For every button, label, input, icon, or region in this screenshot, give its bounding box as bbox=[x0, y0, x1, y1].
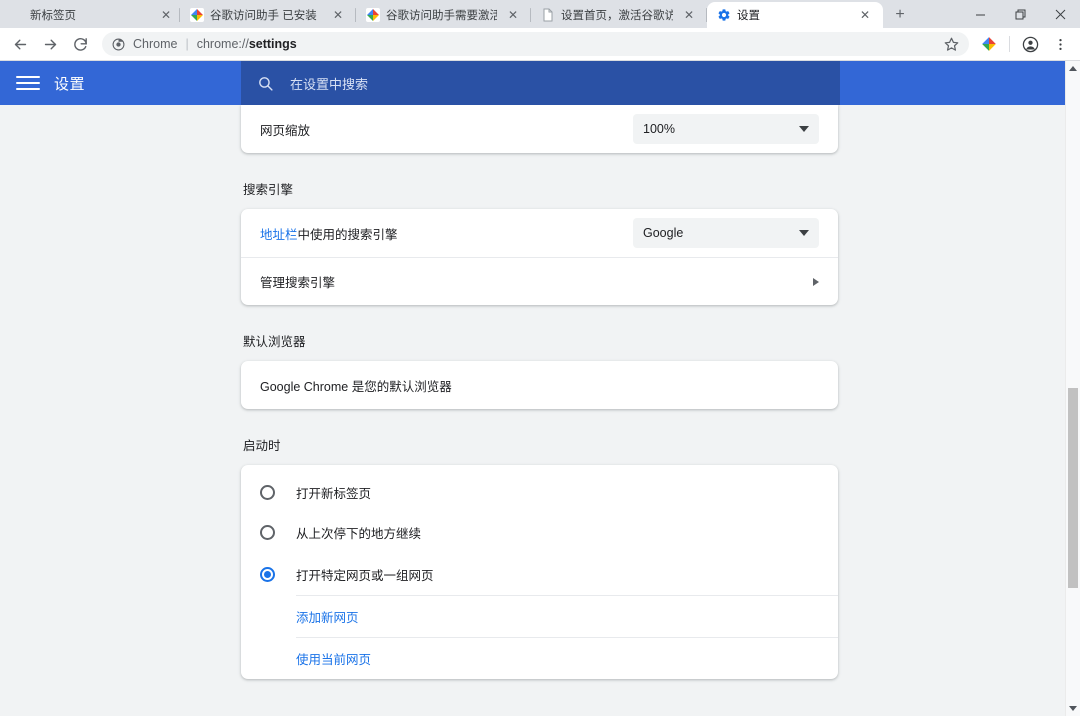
search-icon bbox=[257, 75, 274, 92]
startup-option-label: 从上次停下的地方继续 bbox=[296, 526, 422, 541]
tab-new-tab-page[interactable]: 新标签页 ✕ bbox=[0, 2, 180, 28]
startup-option-continue[interactable]: 从上次停下的地方继续 bbox=[241, 511, 838, 553]
page-title: 设置 bbox=[54, 75, 86, 93]
tab-settings[interactable]: 设置 ✕ bbox=[707, 2, 883, 28]
add-new-page-link[interactable]: 添加新网页 bbox=[296, 607, 359, 626]
zoom-select[interactable]: 100% bbox=[633, 114, 819, 144]
forward-arrow-icon[interactable] bbox=[36, 30, 64, 58]
manage-search-engines-row[interactable]: 管理搜索引擎 bbox=[241, 257, 838, 305]
startup-option-label: 打开特定网页或一组网页 bbox=[296, 568, 434, 583]
default-search-engine-label-rest: 中使用的搜索引擎 bbox=[297, 227, 398, 242]
tab-close-button[interactable]: ✕ bbox=[505, 7, 521, 23]
tab-title: 设置首页，激活谷歌访问⋯ bbox=[561, 10, 673, 22]
tab-strip: 新标签页 ✕ 谷歌访问助手 已安装 ✕ 谷歌访问助手需要激活 ✕ 设置首页，激活… bbox=[0, 0, 1080, 28]
url-text: chrome://settings bbox=[197, 37, 297, 51]
chevron-down-icon bbox=[799, 230, 809, 236]
appearance-card: 网页缩放 100% bbox=[241, 105, 838, 153]
manage-search-engines-label: 管理搜索引擎 bbox=[260, 276, 336, 290]
google-pinwheel-icon bbox=[190, 8, 204, 22]
search-engine-section-title: 搜索引擎 bbox=[243, 183, 294, 197]
use-current-pages-row[interactable]: 使用当前网页 bbox=[296, 637, 838, 679]
security-label: Chrome bbox=[133, 37, 178, 51]
page-scrollbar[interactable] bbox=[1065, 61, 1080, 716]
profile-avatar-icon[interactable] bbox=[1016, 30, 1044, 58]
tab-settings-home-activate[interactable]: 设置首页，激活谷歌访问⋯ ✕ bbox=[531, 2, 707, 28]
tab-title: 谷歌访问助手需要激活 bbox=[386, 10, 497, 22]
radio-button-unchecked-icon[interactable] bbox=[260, 484, 275, 500]
default-browser-section-title: 默认浏览器 bbox=[243, 335, 306, 349]
default-browser-card: Google Chrome 是您的默认浏览器 bbox=[241, 361, 838, 409]
tab-google-helper-installed[interactable]: 谷歌访问助手 已安装 ✕ bbox=[180, 2, 356, 28]
tab-close-button[interactable]: ✕ bbox=[681, 7, 697, 23]
tab-google-helper-activate[interactable]: 谷歌访问助手需要激活 ✕ bbox=[356, 2, 531, 28]
default-browser-status-text: Google Chrome 是您的默认浏览器 bbox=[260, 379, 452, 394]
window-bottom-edge bbox=[0, 716, 1080, 720]
radio-button-checked-icon[interactable] bbox=[260, 566, 275, 582]
toolbar-divider bbox=[1009, 36, 1010, 52]
chrome-info-icon bbox=[112, 38, 125, 51]
google-pinwheel-extension-icon[interactable] bbox=[975, 30, 1003, 58]
search-engine-select[interactable]: Google bbox=[633, 218, 819, 248]
url-path: settings bbox=[248, 37, 297, 51]
close-window-button[interactable] bbox=[1040, 0, 1080, 28]
tab-title: 设置 bbox=[737, 10, 760, 22]
blank-favicon-icon bbox=[10, 8, 24, 22]
tab-list: 新标签页 ✕ 谷歌访问助手 已安装 ✕ 谷歌访问助手需要激活 ✕ 设置首页，激活… bbox=[0, 0, 913, 28]
default-browser-status-row: Google Chrome 是您的默认浏览器 bbox=[241, 361, 838, 409]
window-controls bbox=[960, 0, 1080, 28]
default-search-engine-label: 地址栏中使用的搜索引擎 bbox=[260, 224, 633, 243]
chevron-right-icon bbox=[813, 277, 819, 286]
on-startup-section-title: 启动时 bbox=[243, 439, 281, 453]
startup-option-label: 打开新标签页 bbox=[296, 486, 372, 501]
on-startup-card: 打开新标签页 从上次停下的地方继续 打开特定网页或一组网页 添加新网页 使用当前… bbox=[241, 465, 838, 679]
scroll-down-arrow-icon[interactable] bbox=[1066, 701, 1080, 716]
three-dot-menu-icon[interactable] bbox=[1046, 30, 1074, 58]
default-search-engine-row[interactable]: 地址栏中使用的搜索引擎 Google bbox=[241, 209, 838, 257]
url-prefix: chrome:// bbox=[196, 37, 249, 51]
search-engine-selected-value: Google bbox=[643, 226, 684, 240]
browser-toolbar: Chrome | chrome://settings bbox=[0, 28, 1080, 61]
scrollbar-thumb[interactable] bbox=[1068, 388, 1078, 588]
settings-page: 设置 在设置中搜索 网页缩放 100% 搜索引擎 地址栏中使用的搜索引擎 Goo… bbox=[0, 61, 1080, 716]
zoom-row[interactable]: 网页缩放 100% bbox=[241, 105, 838, 153]
tab-close-button[interactable]: ✕ bbox=[330, 7, 346, 23]
search-input[interactable]: 在设置中搜索 bbox=[290, 74, 368, 93]
back-arrow-icon[interactable] bbox=[6, 30, 34, 58]
search-engine-card: 地址栏中使用的搜索引擎 Google 管理搜索引擎 bbox=[241, 209, 838, 305]
use-current-pages-link[interactable]: 使用当前网页 bbox=[296, 649, 371, 668]
chevron-down-icon bbox=[799, 126, 809, 132]
new-tab-button[interactable]: + bbox=[887, 2, 913, 28]
google-pinwheel-icon bbox=[366, 8, 380, 22]
startup-option-specific-pages[interactable]: 打开特定网页或一组网页 bbox=[241, 553, 838, 595]
gear-icon bbox=[717, 8, 731, 22]
hamburger-icon[interactable] bbox=[16, 71, 40, 95]
reload-icon[interactable] bbox=[66, 30, 94, 58]
minimize-button[interactable] bbox=[960, 0, 1000, 28]
maximize-restore-button[interactable] bbox=[1000, 0, 1040, 28]
address-bar[interactable]: Chrome | chrome://settings bbox=[102, 32, 969, 56]
zoom-selected-value: 100% bbox=[643, 122, 675, 136]
settings-content: 网页缩放 100% 搜索引擎 地址栏中使用的搜索引擎 Google 管理搜索引擎… bbox=[0, 105, 1080, 716]
page-document-icon bbox=[541, 8, 555, 22]
startup-option-new-tab[interactable]: 打开新标签页 bbox=[241, 465, 838, 511]
scroll-up-arrow-icon[interactable] bbox=[1066, 61, 1080, 76]
tab-title: 谷歌访问助手 已安装 bbox=[210, 10, 317, 22]
browser-window: 新标签页 ✕ 谷歌访问助手 已安装 ✕ 谷歌访问助手需要激活 ✕ 设置首页，激活… bbox=[0, 0, 1080, 720]
tab-close-button[interactable]: ✕ bbox=[158, 7, 174, 23]
zoom-label: 网页缩放 bbox=[260, 123, 311, 138]
tab-title: 新标签页 bbox=[30, 10, 76, 22]
radio-button-unchecked-icon[interactable] bbox=[260, 524, 275, 540]
settings-header: 设置 在设置中搜索 bbox=[0, 61, 1080, 105]
startup-pages-sublinks: 添加新网页 使用当前网页 bbox=[296, 595, 838, 679]
add-new-page-row[interactable]: 添加新网页 bbox=[296, 595, 838, 637]
tab-close-button[interactable]: ✕ bbox=[857, 7, 873, 23]
settings-search-box[interactable]: 在设置中搜索 bbox=[241, 61, 840, 105]
omnibox-separator: | bbox=[185, 37, 189, 51]
bookmark-star-icon[interactable] bbox=[944, 37, 959, 52]
settings-content-column: 网页缩放 100% 搜索引擎 地址栏中使用的搜索引擎 Google 管理搜索引擎… bbox=[241, 105, 838, 679]
address-bar-link[interactable]: 地址栏 bbox=[260, 228, 298, 242]
